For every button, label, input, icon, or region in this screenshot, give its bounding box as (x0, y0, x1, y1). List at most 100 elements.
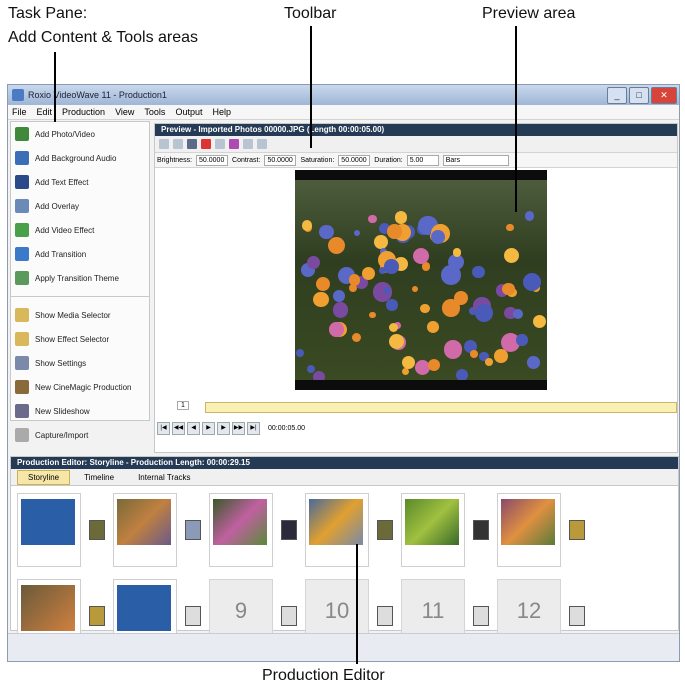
flower-blossom (485, 357, 494, 366)
add-background-audio-button[interactable]: Add Background Audio (11, 146, 149, 170)
storyline-row-1 (17, 489, 585, 571)
flower-photo (295, 180, 547, 380)
add-overlay-button[interactable]: Add Overlay (11, 194, 149, 218)
menu-edit[interactable]: Edit (37, 105, 53, 119)
step-back-button[interactable]: ◀ (187, 422, 200, 435)
step-forward-button[interactable]: ▶ (217, 422, 230, 435)
new-cinemagic-button[interactable]: New CineMagic Production (11, 375, 149, 399)
scrubber-track[interactable] (205, 402, 677, 413)
leader-task-pane (54, 52, 56, 122)
print-icon[interactable] (257, 139, 267, 149)
transition-icon[interactable] (281, 606, 297, 626)
storyline-clip[interactable] (113, 493, 177, 567)
transition-icon[interactable] (185, 606, 201, 626)
delete-icon[interactable] (201, 139, 211, 149)
add-video-effect-button[interactable]: Add Video Effect (11, 218, 149, 242)
clip-thumbnail (21, 585, 75, 631)
show-settings-button[interactable]: Show Settings (11, 351, 149, 375)
clip-thumbnail (117, 585, 171, 631)
menu-bar: File Edit Production View Tools Output H… (8, 105, 679, 120)
flower-blossom (301, 219, 313, 231)
add-transition-button[interactable]: Add Transition (11, 242, 149, 266)
transition-icon[interactable] (473, 520, 489, 540)
overlay-tool-icon[interactable] (215, 139, 225, 149)
preview-pane: Preview - Imported Photos 00000.JPG (Len… (154, 123, 678, 453)
flower-blossom (348, 274, 361, 286)
transition-icon[interactable] (473, 606, 489, 626)
transition-icon[interactable] (89, 520, 105, 540)
flower-blossom (516, 334, 528, 346)
menu-tools[interactable]: Tools (144, 105, 165, 119)
storyline-clip[interactable] (401, 493, 465, 567)
storyline-clip[interactable] (497, 493, 561, 567)
style-dropdown[interactable]: Bars (442, 154, 509, 166)
brightness-field[interactable]: 50.0000 (196, 154, 229, 166)
effects-icon[interactable] (229, 139, 239, 149)
flower-blossom (383, 287, 391, 294)
menu-production[interactable]: Production (62, 105, 105, 119)
start-button[interactable]: |◀ (157, 422, 170, 435)
transport-controls: |◀ ◀◀ ◀ ▶ ▶ ▶▶ ▶| 00:00:05.00 (157, 422, 305, 435)
overlay-icon (15, 199, 29, 213)
text-icon[interactable] (187, 139, 197, 149)
contrast-field[interactable]: 50.0000 (264, 154, 297, 166)
transition-icon[interactable] (377, 606, 393, 626)
effect-selector-icon (15, 332, 29, 346)
add-text-effect-button[interactable]: Add Text Effect (11, 170, 149, 194)
duration-field[interactable]: 5.00 (406, 154, 439, 166)
flower-blossom (387, 224, 402, 239)
add-photo-video-button[interactable]: Add Photo/Video (11, 122, 149, 146)
flower-blossom (527, 356, 540, 369)
leader-toolbar (310, 26, 312, 148)
properties-icon[interactable] (173, 139, 183, 149)
new-slideshow-button[interactable]: New Slideshow (11, 399, 149, 423)
menu-help[interactable]: Help (212, 105, 231, 119)
flower-blossom (455, 368, 468, 380)
storyline-clip[interactable] (209, 493, 273, 567)
show-media-selector-button[interactable]: Show Media Selector (11, 303, 149, 327)
tab-timeline[interactable]: Timeline (74, 471, 124, 484)
capture-import-button[interactable]: Capture/Import (11, 423, 149, 447)
transition-icon[interactable] (569, 606, 585, 626)
flower-blossom (524, 211, 535, 221)
flower-blossom (315, 276, 331, 292)
storyline-clip[interactable] (17, 493, 81, 567)
menu-view[interactable]: View (115, 105, 134, 119)
production-editor: Production Editor: Storyline - Productio… (10, 456, 679, 653)
close-button[interactable]: ✕ (651, 87, 677, 104)
tab-internal-tracks[interactable]: Internal Tracks (128, 471, 200, 484)
flower-blossom (512, 308, 524, 320)
play-button[interactable]: ▶ (202, 422, 215, 435)
minimize-button[interactable]: _ (607, 87, 627, 104)
transition-icon[interactable] (377, 520, 393, 540)
menu-output[interactable]: Output (175, 105, 202, 119)
menu-file[interactable]: File (12, 105, 27, 119)
flower-blossom (389, 323, 399, 333)
flower-blossom (472, 265, 485, 279)
end-button[interactable]: ▶| (247, 422, 260, 435)
saturation-field[interactable]: 50.0000 (338, 154, 371, 166)
transition-icon[interactable] (185, 520, 201, 540)
flower-blossom (427, 358, 441, 371)
storyline-clip[interactable] (305, 493, 369, 567)
show-effect-selector-button[interactable]: Show Effect Selector (11, 327, 149, 351)
apply-transition-theme-button[interactable]: Apply Transition Theme (11, 266, 149, 290)
fast-forward-button[interactable]: ▶▶ (232, 422, 245, 435)
video-effect-icon (15, 223, 29, 237)
rotate-icon[interactable] (243, 139, 253, 149)
transition-icon[interactable] (281, 520, 297, 540)
transition-theme-icon (15, 271, 29, 285)
flower-blossom (494, 349, 508, 363)
crop-icon[interactable] (159, 139, 169, 149)
flower-blossom (369, 311, 376, 318)
tab-storyline[interactable]: Storyline (17, 469, 71, 485)
frame-field[interactable]: 1 (177, 401, 189, 410)
rewind-button[interactable]: ◀◀ (172, 422, 185, 435)
flower-blossom (327, 237, 345, 255)
transition-icon[interactable] (569, 520, 585, 540)
transition-icon[interactable] (89, 606, 105, 626)
annotation-preview-area: Preview area (482, 5, 576, 22)
flower-blossom (469, 350, 478, 359)
maximize-button[interactable]: □ (629, 87, 649, 104)
leader-production-editor (356, 544, 358, 664)
